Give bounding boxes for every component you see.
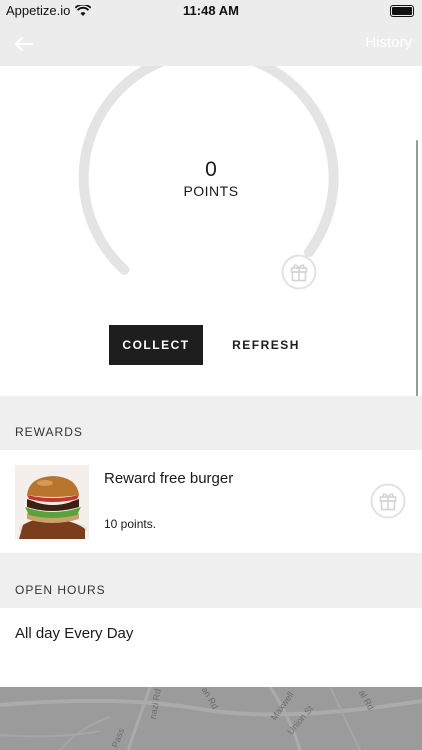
- back-arrow-icon: [15, 37, 33, 51]
- history-button[interactable]: History: [365, 34, 412, 51]
- status-bar: Appetize.io 11:48 AM: [0, 0, 422, 22]
- open-hours-text: All day Every Day: [15, 625, 134, 642]
- nav-bar: History: [0, 22, 422, 66]
- reward-title: Reward free burger: [104, 470, 234, 487]
- points-value: 0: [205, 158, 217, 181]
- refresh-button[interactable]: REFRESH: [224, 325, 308, 365]
- gift-icon[interactable]: [370, 483, 406, 519]
- gift-icon: [281, 254, 317, 290]
- open-hours-section-header: OPEN HOURS: [0, 553, 422, 608]
- battery-icon: [390, 5, 414, 17]
- rewards-header-label: REWARDS: [15, 425, 83, 439]
- collect-button[interactable]: COLLECT: [109, 325, 203, 365]
- rewards-section-header: REWARDS: [0, 396, 422, 450]
- burger-image: [15, 465, 89, 539]
- reward-points: 10 points.: [104, 517, 157, 531]
- map[interactable]: nazi Rd an Rd Maxwell Union St al Rd Pas…: [0, 687, 422, 750]
- open-hours-header-label: OPEN HOURS: [15, 583, 106, 597]
- points-label: POINTS: [183, 183, 239, 199]
- scroll-indicator: [416, 140, 418, 400]
- reward-item[interactable]: Reward free burger 10 points.: [0, 450, 422, 553]
- back-button[interactable]: [10, 30, 38, 58]
- status-time: 11:48 AM: [183, 3, 239, 18]
